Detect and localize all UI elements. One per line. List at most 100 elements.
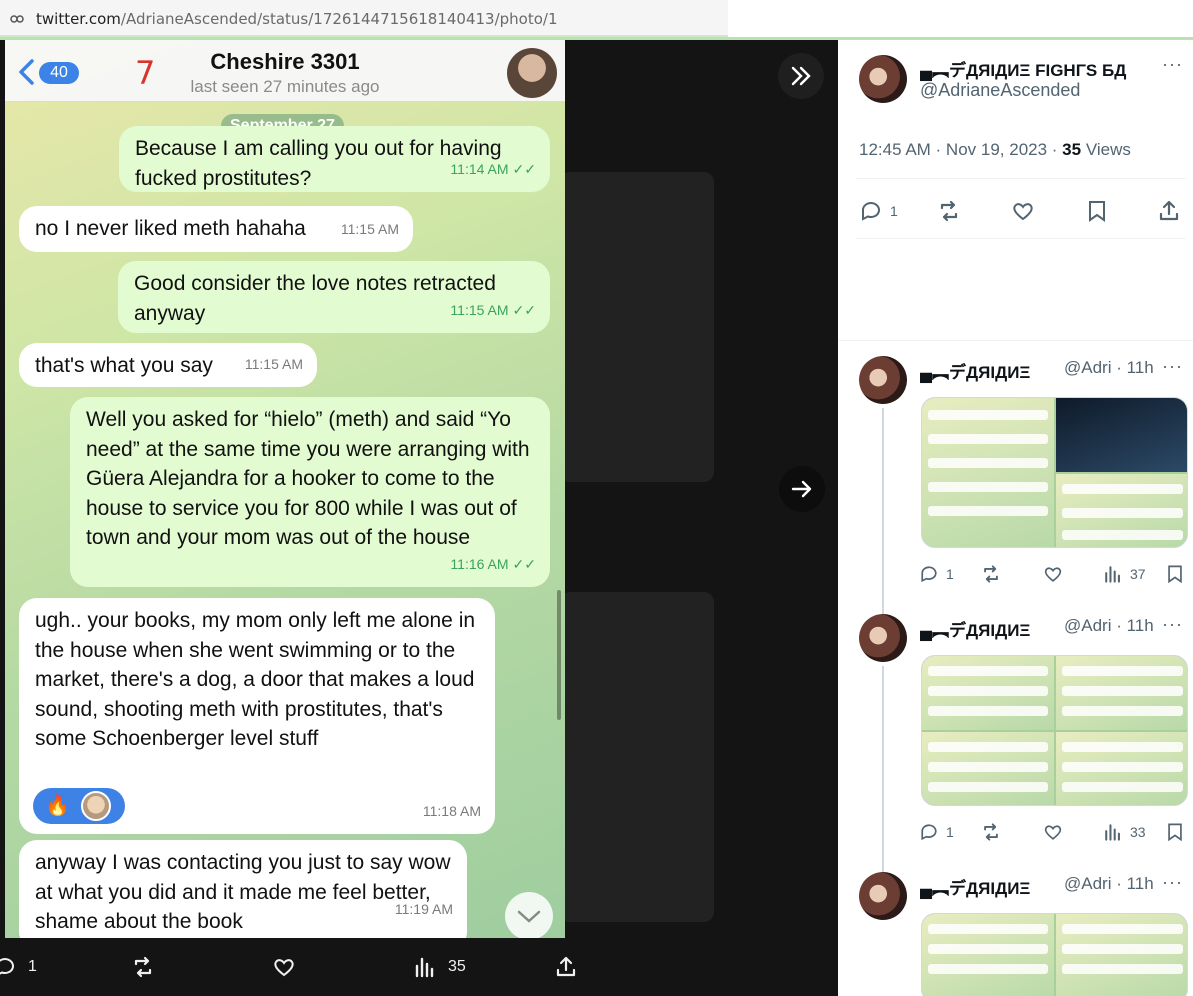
reply-button[interactable]: 1 bbox=[858, 198, 898, 224]
reply-count: 1 bbox=[946, 824, 954, 840]
more-options-icon[interactable]: ··· bbox=[1162, 356, 1183, 377]
message-time: 11:19 AM bbox=[394, 900, 453, 917]
media-image[interactable] bbox=[1056, 398, 1187, 472]
browser-url-bar: twitter.com/AdrianeAscended/status/17261… bbox=[0, 0, 1193, 40]
time-text: 11:16 AM bbox=[450, 555, 509, 572]
url-host: twitter.com bbox=[36, 10, 121, 28]
views-button[interactable]: 33 bbox=[1102, 821, 1146, 843]
scroll-down-button[interactable] bbox=[505, 892, 553, 938]
media-image[interactable] bbox=[1056, 474, 1187, 547]
reply-avatar[interactable] bbox=[859, 872, 907, 920]
divider bbox=[856, 178, 1186, 179]
message-text: ugh.. your books, my mom only left me al… bbox=[35, 609, 476, 750]
reply-button[interactable]: 1 bbox=[918, 821, 954, 843]
site-info-icon[interactable] bbox=[10, 12, 24, 26]
reply-avatar[interactable] bbox=[859, 356, 907, 404]
collapse-panel-button[interactable] bbox=[778, 53, 824, 99]
reply-count: 1 bbox=[946, 566, 954, 582]
analytics-icon bbox=[1105, 566, 1120, 583]
heart-icon bbox=[1044, 825, 1062, 840]
reply-actions: 1 33 bbox=[918, 821, 1188, 845]
message-text: anyway I was contacting you just to say … bbox=[35, 851, 451, 933]
media-image[interactable] bbox=[922, 914, 1054, 996]
media-image[interactable] bbox=[922, 656, 1054, 730]
author-avatar[interactable] bbox=[859, 55, 907, 103]
screen: twitter.com/AdrianeAscended/status/17261… bbox=[0, 0, 1193, 996]
url-path: /AdrianeAscended/status/1726144715618140… bbox=[120, 10, 558, 28]
reply-media-grid[interactable] bbox=[921, 913, 1188, 996]
double-chevron-right-icon bbox=[791, 66, 811, 86]
reactor-avatar bbox=[81, 791, 111, 821]
bookmark-icon bbox=[1089, 201, 1105, 222]
views-button[interactable]: 37 bbox=[1102, 563, 1146, 585]
more-options-icon[interactable]: ··· bbox=[1162, 872, 1183, 893]
media-image[interactable] bbox=[1056, 656, 1187, 730]
message-bubble-out: Well you asked for “hielo” (meth) and sa… bbox=[70, 397, 550, 587]
analytics-icon bbox=[415, 957, 434, 978]
bookmark-button[interactable] bbox=[1164, 821, 1186, 843]
more-options-icon[interactable]: ··· bbox=[1162, 54, 1183, 75]
like-button[interactable] bbox=[271, 954, 297, 980]
bookmark-button[interactable] bbox=[1164, 563, 1186, 585]
chat-scrollbar[interactable] bbox=[557, 590, 561, 720]
heart-icon bbox=[1044, 567, 1062, 582]
retweet-button[interactable] bbox=[980, 563, 1002, 585]
message-text: Well you asked for “hielo” (meth) and sa… bbox=[86, 408, 530, 549]
like-button[interactable] bbox=[1042, 821, 1064, 843]
timestamp-text: 12:45 AM · Nov 19, 2023 · bbox=[859, 140, 1063, 159]
reply-handle[interactable]: @Adri · 11h bbox=[1064, 616, 1154, 636]
message-text: no I never liked meth hahaha bbox=[35, 217, 306, 240]
author-handle[interactable]: @AdrianeAscended bbox=[920, 80, 1080, 101]
reply-actions: 1 37 bbox=[918, 563, 1188, 587]
contact-name: Cheshire 3301 bbox=[210, 49, 360, 74]
more-options-icon[interactable]: ··· bbox=[1162, 614, 1183, 635]
reply-display-name[interactable]: ▄︻デДЯІДИΞ bbox=[920, 358, 1030, 383]
reply-display-name[interactable]: ▄︻デДЯІДИΞ bbox=[920, 874, 1030, 899]
divider bbox=[856, 238, 1186, 239]
tweet-timestamp: 12:45 AM · Nov 19, 2023 · 35 Views bbox=[859, 140, 1131, 160]
reply-display-name[interactable]: ▄︻デДЯІДИΞ bbox=[920, 616, 1030, 641]
retweet-icon bbox=[984, 565, 998, 583]
reply-avatar[interactable] bbox=[859, 614, 907, 662]
double-check-icon: ✓✓ bbox=[512, 555, 536, 572]
chat-header: 40 7 Cheshire 3301 last seen 27 minutes … bbox=[5, 40, 565, 102]
like-button[interactable] bbox=[1042, 563, 1064, 585]
reply-media-grid[interactable] bbox=[921, 397, 1188, 548]
message-text: Because I am calling you out for having … bbox=[135, 137, 502, 190]
share-button[interactable] bbox=[553, 954, 579, 980]
time-text: 11:14 AM bbox=[450, 160, 509, 177]
media-image[interactable] bbox=[922, 398, 1054, 547]
reply-button[interactable]: 1 bbox=[918, 563, 954, 585]
reply-media-grid[interactable] bbox=[921, 655, 1188, 806]
message-bubble-out: Because I am calling you out for having … bbox=[119, 126, 550, 192]
message-time: 11:14 AM ✓✓ bbox=[450, 155, 536, 185]
author-display-name[interactable]: ▄︻デДЯІДИΞ FIGHΓЅ БД bbox=[920, 56, 1126, 81]
message-reactions[interactable]: 🔥 bbox=[33, 788, 125, 824]
bookmark-button[interactable] bbox=[1084, 198, 1110, 224]
media-image[interactable] bbox=[1056, 732, 1187, 805]
views-button[interactable]: 35 bbox=[412, 954, 466, 980]
media-image[interactable] bbox=[1056, 914, 1187, 996]
contact-avatar[interactable] bbox=[507, 48, 557, 98]
double-check-icon: ✓✓ bbox=[512, 160, 536, 177]
media-action-bar: 1 35 bbox=[0, 938, 838, 996]
share-button[interactable] bbox=[1156, 198, 1182, 224]
reply-handle[interactable]: @Adri · 11h bbox=[1064, 358, 1154, 378]
retweet-button[interactable] bbox=[980, 821, 1002, 843]
url-text[interactable]: twitter.com/AdrianeAscended/status/17261… bbox=[36, 10, 558, 28]
message-time: 11:15 AM ✓✓ bbox=[450, 296, 536, 326]
reply-handle[interactable]: @Adri · 11h bbox=[1064, 874, 1154, 894]
message-text: that's what you say bbox=[35, 354, 213, 377]
next-image-button[interactable] bbox=[779, 466, 825, 512]
like-button[interactable] bbox=[1010, 198, 1036, 224]
views-label: Views bbox=[1081, 140, 1131, 159]
share-icon bbox=[1159, 200, 1179, 221]
reply-button[interactable]: 1 bbox=[0, 954, 37, 980]
message-bubble-in: ugh.. your books, my mom only left me al… bbox=[19, 598, 495, 834]
reply-icon bbox=[862, 202, 880, 221]
retweet-button[interactable] bbox=[936, 198, 962, 224]
retweet-button[interactable] bbox=[130, 954, 156, 980]
tweet-actions: 1 bbox=[858, 198, 1188, 228]
address-field[interactable]: twitter.com/AdrianeAscended/status/17261… bbox=[0, 0, 728, 37]
media-image[interactable] bbox=[922, 732, 1054, 805]
